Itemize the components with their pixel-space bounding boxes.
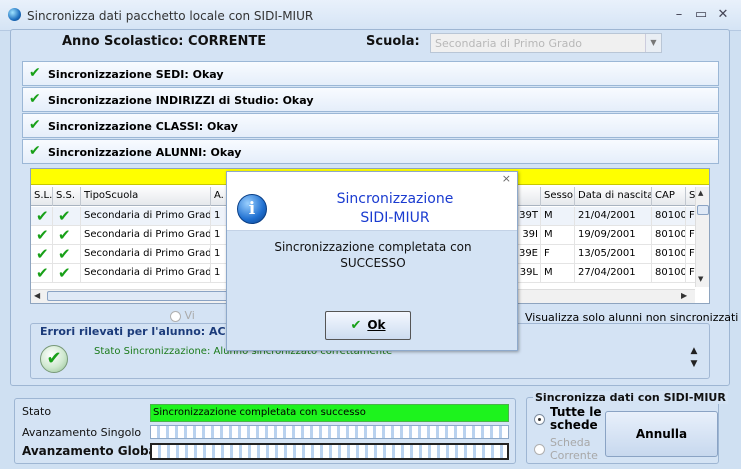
scuola-select[interactable]: Secondaria di Primo Grado ▼ <box>430 33 662 53</box>
check-icon: ✔ <box>31 226 53 245</box>
ok-button-label: Ok <box>367 318 386 332</box>
scuola-select-value: Secondaria di Primo Grado <box>435 37 583 50</box>
globe-icon <box>8 8 21 21</box>
cell-tiposcuola: Secondaria di Primo Grado <box>81 264 211 283</box>
spin-down-icon[interactable]: ▼ <box>685 358 703 371</box>
cell-data: 19/09/2001 <box>575 226 652 245</box>
vertical-scrollbar[interactable]: ▲ ▼ <box>695 187 709 287</box>
radio-corrente-label: Scheda Corrente <box>550 436 598 462</box>
maximize-button[interactable]: ▭ <box>690 6 712 24</box>
dialog-title-line2: SIDI-MIUR <box>360 210 430 226</box>
annulla-button[interactable]: Annulla <box>605 411 718 457</box>
chevron-down-icon[interactable]: ▼ <box>645 34 661 52</box>
stato-value: Sincronizzazione completata con successo <box>150 404 509 422</box>
col-sesso[interactable]: Sesso <box>541 187 575 206</box>
minimize-button[interactable]: – <box>668 6 690 24</box>
sync-row-label: Sincronizzazione ALUNNI: Okay <box>48 146 242 159</box>
radio-dot-selected[interactable] <box>534 414 545 425</box>
sync-legend: Sincronizza dati con SIDI-MIUR <box>533 391 728 404</box>
ok-button[interactable]: ✔ Ok <box>325 311 411 340</box>
check-icon: ✔ <box>29 117 41 133</box>
check-icon: ✔ <box>53 245 81 264</box>
check-icon: ✔ <box>53 226 81 245</box>
progress-globale <box>150 443 509 460</box>
dialog-title-line1: Sincronizzazione <box>336 191 454 207</box>
stato-label: Stato <box>22 405 52 418</box>
scroll-down-icon[interactable]: ▼ <box>698 275 703 283</box>
progress-singolo <box>150 425 509 439</box>
avanzamento-singolo-label: Avanzamento Singolo <box>22 426 142 439</box>
anno-scolastico-label: Anno Scolastico: CORRENTE <box>62 34 267 49</box>
avanzamento-globale-label: Avanzamento Globale <box>22 444 169 458</box>
sync-row-label: Sincronizzazione INDIRIZZI di Studio: Ok… <box>48 94 314 107</box>
radio-partial[interactable]: Vi <box>170 309 195 322</box>
col-data-nascita[interactable]: Data di nascita <box>575 187 652 206</box>
dialog-message-line1: Sincronizzazione completata con <box>274 240 472 254</box>
check-icon: ✔ <box>53 207 81 226</box>
cell-sesso: M <box>541 264 575 283</box>
scuola-label: Scuola: <box>366 34 420 49</box>
scroll-right-icon[interactable]: ▶ <box>681 291 687 300</box>
info-dialog: × i Sincronizzazione SIDI-MIUR Sincroniz… <box>226 171 518 351</box>
dialog-body: Sincronizzazione completata con SUCCESSO… <box>227 230 517 350</box>
cell-cap: 80100 <box>652 226 686 245</box>
close-button[interactable]: ✕ <box>712 6 734 24</box>
errors-spinner[interactable]: ▲ ▼ <box>685 345 703 373</box>
sync-row-classi[interactable]: ✔ Sincronizzazione CLASSI: Okay <box>22 113 719 138</box>
radio-dot[interactable] <box>534 444 545 455</box>
cell-tiposcuola: Secondaria di Primo Grado <box>81 226 211 245</box>
check-icon: ✔ <box>29 143 41 159</box>
cell-cap: 80100 <box>652 264 686 283</box>
cell-cap: 80100 <box>652 207 686 226</box>
radio-dot[interactable] <box>170 310 181 322</box>
cell-sesso: M <box>541 207 575 226</box>
radio-partial-label: Vi <box>184 309 195 322</box>
check-icon: ✔ <box>29 65 41 81</box>
sync-row-indirizzi[interactable]: ✔ Sincronizzazione INDIRIZZI di Studio: O… <box>22 87 719 112</box>
col-tiposcuola[interactable]: TipoScuola <box>81 187 211 206</box>
dialog-close-icon[interactable]: × <box>502 172 511 185</box>
window-title: Sincronizza dati pacchetto locale con SI… <box>27 9 314 23</box>
cell-tiposcuola: Secondaria di Primo Grado <box>81 207 211 226</box>
sync-row-label: Sincronizzazione CLASSI: Okay <box>48 120 238 133</box>
cell-data: 13/05/2001 <box>575 245 652 264</box>
check-icon: ✔ <box>31 264 53 283</box>
cell-sesso: M <box>541 226 575 245</box>
info-icon: i <box>237 194 267 224</box>
check-icon: ✔ <box>53 264 81 283</box>
dialog-title: Sincronizzazione SIDI-MIUR <box>275 190 515 228</box>
cell-data: 21/04/2001 <box>575 207 652 226</box>
sync-row-label: Sincronizzazione SEDI: Okay <box>48 68 224 81</box>
scroll-up-icon[interactable]: ▲ <box>698 189 703 197</box>
check-icon: ✔ <box>350 318 362 333</box>
col-cap[interactable]: CAP <box>652 187 686 206</box>
check-icon: ✔ <box>29 91 41 107</box>
check-icon: ✔ <box>31 207 53 226</box>
dialog-message-line2: SUCCESSO <box>340 256 406 270</box>
cell-data: 27/04/2001 <box>575 264 652 283</box>
col-ss[interactable]: S.S. <box>53 187 81 206</box>
cell-sesso: F <box>541 245 575 264</box>
cell-tiposcuola: Secondaria di Primo Grado <box>81 245 211 264</box>
col-sl[interactable]: S.L. <box>31 187 53 206</box>
cell-cap: 80100 <box>652 245 686 264</box>
sync-row-alunni[interactable]: ✔ Sincronizzazione ALUNNI: Okay <box>22 139 719 164</box>
errors-legend: Errori rilevati per l'alunno: ACCIE <box>38 325 248 338</box>
vertical-scroll-thumb[interactable] <box>697 205 709 215</box>
success-check-icon: ✔ <box>40 345 68 373</box>
check-icon: ✔ <box>31 245 53 264</box>
sync-row-sedi[interactable]: ✔ Sincronizzazione SEDI: Okay <box>22 61 719 86</box>
scroll-left-icon[interactable]: ◀ <box>34 291 40 300</box>
spin-up-icon[interactable]: ▲ <box>685 345 703 358</box>
radio-tutte-label: Tutte le schede <box>550 405 602 432</box>
dialog-message: Sincronizzazione completata con SUCCESSO <box>237 239 509 271</box>
